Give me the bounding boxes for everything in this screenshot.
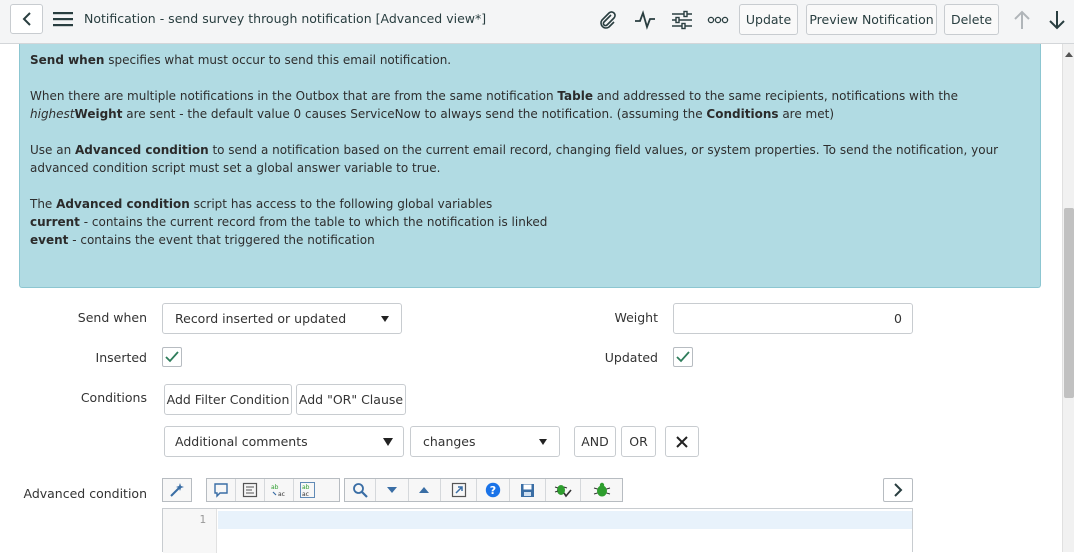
info-global-variables: The Advanced condition script has access… — [30, 197, 493, 211]
save-button[interactable] — [510, 479, 546, 501]
hamburger-icon[interactable] — [53, 11, 73, 31]
editor-active-line[interactable] — [218, 511, 912, 529]
condition-operator-select[interactable]: changes — [410, 426, 560, 457]
page-title: Notification - send survey through notif… — [84, 11, 486, 26]
bug-check-icon — [554, 485, 572, 498]
expand-icon — [451, 482, 466, 498]
svg-text:ac: ac — [302, 491, 309, 498]
info-advanced-condition: Use an Advanced condition to send a noti… — [30, 143, 999, 175]
chevron-right-icon — [894, 483, 903, 497]
view-indicator: [Advanced view*] — [375, 11, 487, 26]
script-toggle-group — [162, 478, 192, 502]
scroll-thumb[interactable] — [1064, 208, 1074, 398]
or-button[interactable]: OR — [621, 426, 656, 457]
condition-field-value: Additional comments — [175, 434, 308, 449]
svg-text:?: ? — [490, 484, 496, 497]
format-code-button[interactable] — [236, 479, 265, 501]
paperclip-icon[interactable] — [596, 8, 620, 32]
annotation-info-box: Send when specifies what must occur to s… — [19, 44, 1041, 288]
expand-editor-button[interactable] — [883, 478, 913, 502]
delete-condition-button[interactable] — [665, 426, 699, 457]
debug-script-button[interactable] — [581, 479, 622, 501]
activity-icon[interactable] — [633, 8, 657, 32]
add-filter-condition-button[interactable]: Add Filter Condition — [164, 384, 292, 415]
line-number: 1 — [199, 513, 206, 526]
script-tools-toolbar: ? — [344, 478, 623, 502]
advanced-condition-editor[interactable]: 1 — [162, 508, 913, 553]
info-send-when: Send when specifies what must occur to s… — [30, 53, 452, 67]
chevron-down-icon — [386, 487, 397, 493]
condition-operator-value: changes — [423, 434, 476, 449]
advanced-condition-label: Advanced condition — [23, 486, 147, 501]
checkmark-icon — [676, 351, 690, 363]
condition-field-select[interactable]: Additional comments — [164, 426, 404, 457]
replace-all-button[interactable]: ab ac — [294, 479, 323, 501]
send-when-label: Send when — [77, 310, 147, 325]
conditions-label: Conditions — [80, 390, 147, 405]
inserted-checkbox[interactable] — [162, 347, 182, 367]
chevron-down-icon — [383, 437, 393, 446]
replace-button[interactable]: ab ac — [265, 479, 294, 501]
help-button[interactable]: ? — [477, 479, 510, 501]
chevron-down-icon — [381, 315, 389, 322]
svg-text:ab: ab — [302, 484, 310, 491]
find-previous-button[interactable] — [409, 479, 442, 501]
send-when-select[interactable]: Record inserted or updated — [162, 303, 402, 334]
svg-text:ab: ab — [271, 484, 279, 491]
info-current-variable: current - contains the current record fr… — [30, 215, 548, 229]
scroll-up-arrow[interactable] — [1065, 52, 1073, 57]
chevron-down-icon — [539, 438, 547, 445]
save-icon — [520, 483, 534, 497]
info-weight: When there are multiple notifications in… — [30, 89, 959, 121]
info-event-variable: event - contains the event that triggere… — [30, 233, 375, 247]
arrow-down-icon[interactable] — [1045, 8, 1069, 32]
page-scrollbar[interactable] — [1062, 44, 1074, 552]
bug-icon — [593, 482, 610, 497]
help-icon: ? — [485, 482, 501, 498]
search-icon — [352, 483, 368, 498]
replace-icon: abac — [271, 484, 285, 498]
arrow-up-icon[interactable] — [1010, 8, 1034, 32]
checkmark-icon — [165, 351, 179, 363]
updated-label: Updated — [604, 350, 658, 365]
preview-notification-button[interactable]: Preview Notification — [806, 4, 937, 35]
more-icon[interactable] — [706, 8, 730, 32]
comment-icon — [214, 483, 228, 498]
comment-button[interactable] — [207, 479, 236, 501]
find-next-button[interactable] — [376, 479, 409, 501]
debug-check-button[interactable] — [546, 479, 582, 501]
wand-icon — [170, 483, 184, 497]
update-button[interactable]: Update — [739, 4, 798, 35]
delete-button[interactable]: Delete — [944, 4, 999, 35]
script-format-toolbar: ab ac ab ac — [206, 478, 340, 502]
weight-value: 0 — [894, 311, 902, 326]
updated-checkbox[interactable] — [673, 347, 693, 367]
weight-label: Weight — [614, 310, 658, 325]
search-button[interactable] — [345, 479, 376, 501]
settings-sliders-icon[interactable] — [670, 8, 694, 32]
toggle-editor-button[interactable] — [163, 479, 191, 501]
back-icon — [22, 12, 31, 26]
format-icon — [242, 482, 258, 498]
close-icon — [676, 435, 688, 448]
form-header: Notification - send survey through notif… — [0, 0, 1074, 44]
and-button[interactable]: AND — [574, 426, 616, 457]
page-title-text: Notification - send survey through notif… — [84, 11, 372, 26]
back-button[interactable] — [10, 4, 43, 34]
chevron-up-icon — [419, 487, 430, 493]
add-or-clause-button[interactable]: Add "OR" Clause — [296, 384, 406, 415]
editor-gutter: 1 — [163, 509, 217, 553]
replace-all-icon: abac — [299, 482, 315, 498]
inserted-label: Inserted — [95, 350, 147, 365]
fullscreen-button[interactable] — [441, 479, 478, 501]
svg-text:ac: ac — [278, 491, 285, 498]
send-when-value: Record inserted or updated — [175, 311, 347, 326]
weight-input[interactable]: 0 — [673, 303, 913, 334]
